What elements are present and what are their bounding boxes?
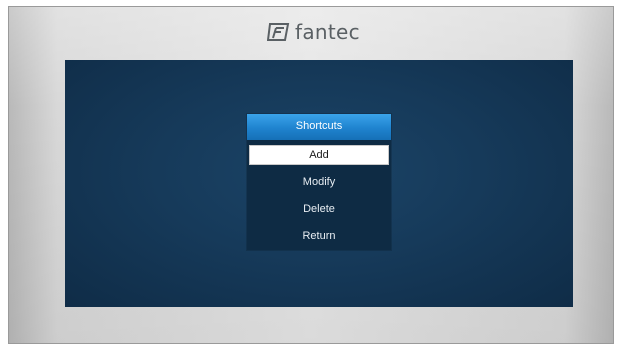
menu-item-return[interactable]: Return [249,226,389,246]
menu-title: Shortcuts [247,114,391,140]
device-bezel: fantec Shortcuts Add Modify Delete Retur… [8,6,614,344]
brand-name: fantec [295,20,360,44]
fantec-logo-icon [267,23,290,41]
shortcuts-menu: Shortcuts Add Modify Delete Return [247,114,391,250]
menu-item-add[interactable]: Add [249,145,389,165]
menu-item-delete[interactable]: Delete [249,199,389,219]
tv-screen: Shortcuts Add Modify Delete Return [65,60,573,307]
menu-item-modify[interactable]: Modify [249,172,389,192]
brand-logo: fantec [267,17,360,47]
